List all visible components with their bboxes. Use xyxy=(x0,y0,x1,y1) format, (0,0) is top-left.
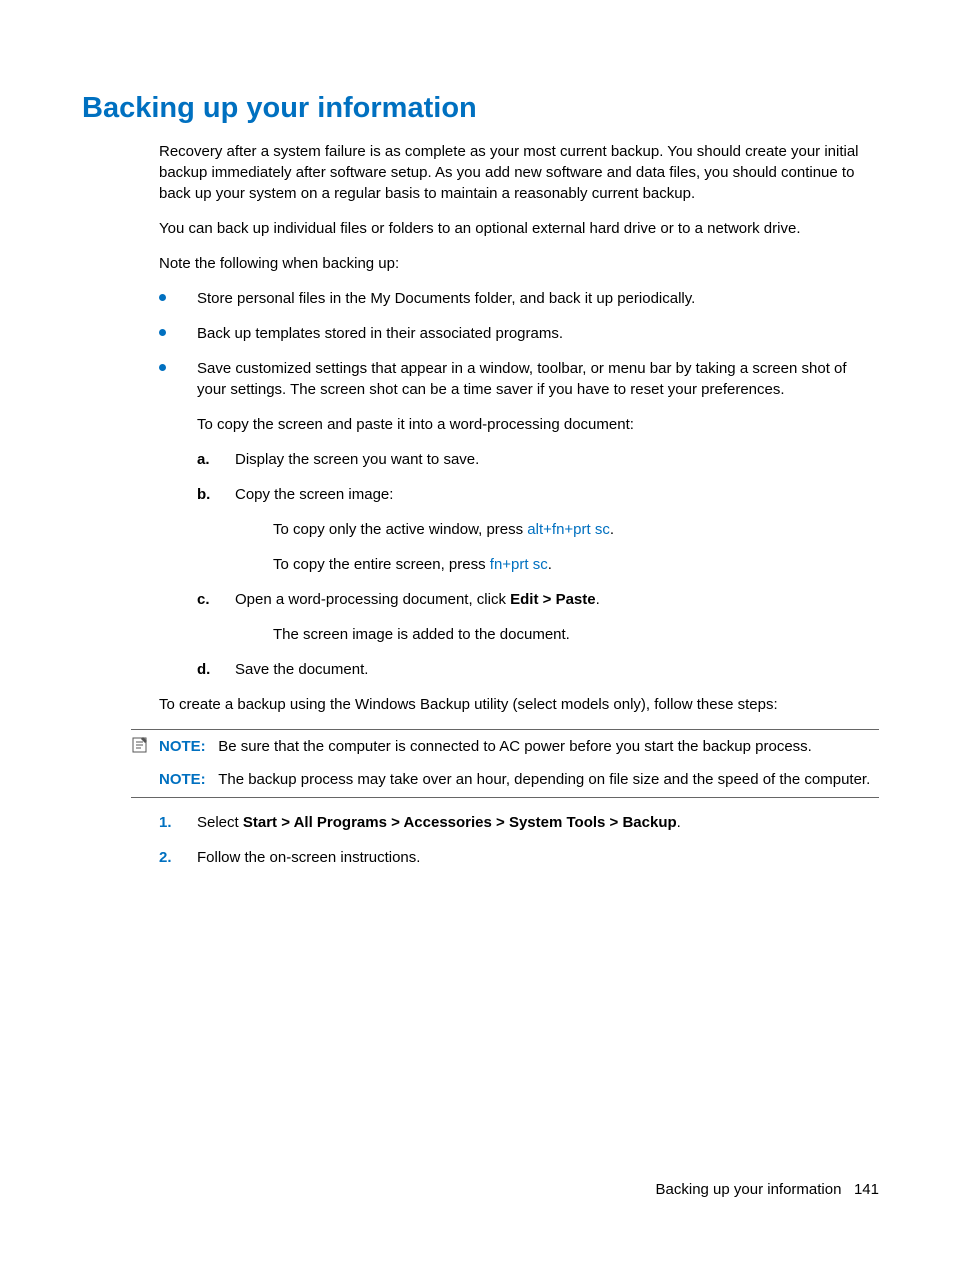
step-c-sub: The screen image is added to the documen… xyxy=(273,624,879,645)
step-d: d. Save the document. xyxy=(197,659,879,680)
footer-page-number: 141 xyxy=(854,1181,879,1198)
step-text: Save the document. xyxy=(235,661,368,678)
step-b-sub2: To copy the entire screen, press fn+prt … xyxy=(273,554,879,575)
keyboard-shortcut: fn+prt sc xyxy=(490,556,548,573)
step-marker: b. xyxy=(197,484,210,505)
step-marker: 1. xyxy=(159,812,172,833)
intro-paragraph-3: Note the following when backing up: xyxy=(159,253,879,274)
step-text: Follow the on-screen instructions. xyxy=(197,849,420,866)
text: Select xyxy=(197,814,243,831)
step-text: Display the screen you want to save. xyxy=(235,451,479,468)
menu-path: Edit > Paste xyxy=(510,591,595,608)
menu-path: Start > All Programs > Accessories > Sys… xyxy=(243,814,677,831)
step-text: Select Start > All Programs > Accessorie… xyxy=(197,814,681,831)
note-2: NOTE: The backup process may take over a… xyxy=(159,769,879,792)
step-b-sub1: To copy only the active window, press al… xyxy=(273,519,879,540)
text: To copy the entire screen, press xyxy=(273,556,490,573)
note-1: NOTE: Be sure that the computer is conne… xyxy=(159,736,879,759)
step-marker: 2. xyxy=(159,847,172,868)
letter-list: a. Display the screen you want to save. … xyxy=(197,449,879,680)
note-label: NOTE: xyxy=(159,771,206,788)
text: . xyxy=(677,814,681,831)
text: Open a word-processing document, click xyxy=(235,591,510,608)
step-marker: a. xyxy=(197,449,210,470)
page-footer: Backing up your information 141 xyxy=(656,1181,879,1198)
note-box: NOTE: Be sure that the computer is conne… xyxy=(131,729,879,798)
number-list: 1. Select Start > All Programs > Accesso… xyxy=(159,812,879,868)
bullet-item: Back up templates stored in their associ… xyxy=(159,323,879,344)
step-a: a. Display the screen you want to save. xyxy=(197,449,879,470)
step-b: b. Copy the screen image: To copy only t… xyxy=(197,484,879,575)
paragraph-backup-steps: To create a backup using the Windows Bac… xyxy=(159,694,879,715)
note-text: The backup process may take over an hour… xyxy=(218,771,870,788)
sub-paragraph: To copy the screen and paste it into a w… xyxy=(197,414,879,435)
step-marker: c. xyxy=(197,589,210,610)
step-text: Open a word-processing document, click E… xyxy=(235,591,600,608)
note-icon xyxy=(131,736,149,758)
intro-paragraph-2: You can back up individual files or fold… xyxy=(159,218,879,239)
bullet-item: Store personal files in the My Documents… xyxy=(159,288,879,309)
bullet-list: Store personal files in the My Documents… xyxy=(159,288,879,680)
step-text: Copy the screen image: xyxy=(235,486,393,503)
num-step-2: 2. Follow the on-screen instructions. xyxy=(159,847,879,868)
step-c: c. Open a word-processing document, clic… xyxy=(197,589,879,645)
bullet-item: Save customized settings that appear in … xyxy=(159,358,879,680)
text: . xyxy=(610,521,614,538)
step-marker: d. xyxy=(197,659,210,680)
intro-paragraph-1: Recovery after a system failure is as co… xyxy=(159,141,879,204)
text: To copy only the active window, press xyxy=(273,521,527,538)
note-label: NOTE: xyxy=(159,738,206,755)
num-step-1: 1. Select Start > All Programs > Accesso… xyxy=(159,812,879,833)
note-text: Be sure that the computer is connected t… xyxy=(218,738,812,755)
bullet-text: Save customized settings that appear in … xyxy=(197,360,847,398)
footer-section-title: Backing up your information xyxy=(656,1181,842,1198)
page-title: Backing up your information xyxy=(82,92,879,125)
text: . xyxy=(548,556,552,573)
text: . xyxy=(596,591,600,608)
keyboard-shortcut: alt+fn+prt sc xyxy=(527,521,610,538)
